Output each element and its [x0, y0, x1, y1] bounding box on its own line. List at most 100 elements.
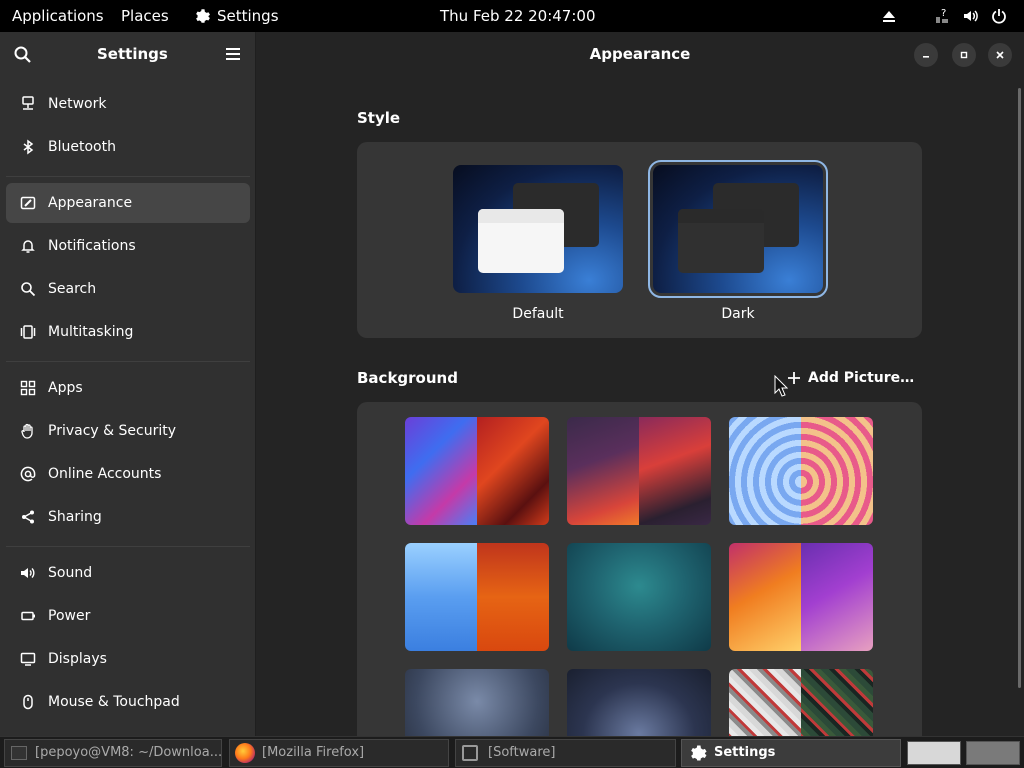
bell-icon: [18, 236, 38, 256]
network-help-icon[interactable]: ?: [932, 6, 952, 26]
sidebar-item-label: Privacy & Security: [48, 423, 176, 439]
sidebar-item-privacy-security[interactable]: Privacy & Security: [6, 411, 250, 451]
task-software[interactable]: [Software]: [455, 739, 676, 767]
divider: [6, 546, 250, 547]
mini-window-front: [678, 209, 764, 273]
task-settings[interactable]: Settings: [681, 739, 901, 767]
wallpaper-tile[interactable]: [567, 669, 711, 736]
terminal-icon: [11, 746, 27, 760]
sidebar-item-network[interactable]: Network: [6, 84, 250, 124]
scrollbar[interactable]: [1018, 88, 1021, 688]
background-card: [357, 402, 922, 736]
task-label: [Mozilla Firefox]: [262, 745, 365, 760]
appearance-icon: [18, 193, 38, 213]
divider: [6, 361, 250, 362]
sidebar-item-label: Search: [48, 281, 97, 297]
hamburger-menu-icon[interactable]: [224, 46, 242, 62]
minimize-button[interactable]: [914, 43, 938, 67]
gear-icon: [193, 6, 213, 26]
style-label-dark: Dark: [721, 306, 755, 322]
close-button[interactable]: [988, 43, 1012, 67]
content-pane: Appearance Style Default Dark Background…: [256, 32, 1024, 736]
sidebar-item-label: Appearance: [48, 195, 133, 211]
style-option-dark[interactable]: [648, 160, 828, 298]
wallpaper-tile[interactable]: [567, 543, 711, 651]
sidebar-item-bluetooth[interactable]: Bluetooth: [6, 127, 250, 167]
task-terminal[interactable]: [pepoyo@VM8: ~/Downloa...: [4, 739, 222, 767]
wallpaper-tile[interactable]: [405, 669, 549, 736]
wallpaper-tile[interactable]: [729, 543, 873, 651]
sidebar-item-label: Multitasking: [48, 324, 134, 340]
divider: [6, 176, 250, 177]
sidebar-item-online-accounts[interactable]: Online Accounts: [6, 454, 250, 494]
multitasking-icon: [18, 322, 38, 342]
add-picture-button[interactable]: Add Picture…: [786, 362, 914, 394]
search-icon[interactable]: [13, 45, 33, 65]
sidebar-item-multitasking[interactable]: Multitasking: [6, 312, 250, 352]
share-icon: [18, 507, 38, 527]
bluetooth-icon: [18, 137, 38, 157]
sidebar-item-search[interactable]: Search: [6, 269, 250, 309]
plus-icon: [786, 370, 802, 386]
clock[interactable]: Thu Feb 22 20:47:00: [440, 0, 596, 32]
sidebar: Settings Network Bluetooth Appearance No…: [0, 32, 256, 736]
apps-grid-icon: [18, 378, 38, 398]
mini-window-front: [478, 209, 564, 273]
sidebar-item-displays[interactable]: Displays: [6, 639, 250, 679]
mouse-icon: [18, 692, 38, 712]
style-option-default[interactable]: [453, 165, 623, 293]
software-icon: [462, 745, 478, 761]
applications-menu[interactable]: Applications: [12, 0, 104, 32]
sidebar-header: Settings: [0, 32, 255, 76]
sidebar-item-label: Online Accounts: [48, 466, 162, 482]
sidebar-item-notifications[interactable]: Notifications: [6, 226, 250, 266]
task-firefox[interactable]: [Mozilla Firefox]: [229, 739, 449, 767]
sidebar-item-label: Network: [48, 96, 107, 112]
workspace-1[interactable]: [907, 741, 961, 765]
mouse-pointer-icon: [774, 374, 789, 397]
sidebar-item-label: Sharing: [48, 509, 102, 525]
add-picture-label: Add Picture…: [808, 370, 915, 386]
wallpaper-tile[interactable]: [729, 417, 873, 525]
sidebar-item-sharing[interactable]: Sharing: [6, 497, 250, 537]
volume-icon[interactable]: [961, 6, 981, 26]
sidebar-item-mouse-touchpad[interactable]: Mouse & Touchpad: [6, 682, 250, 722]
sidebar-item-label: Displays: [48, 651, 107, 667]
page-title: Appearance: [589, 45, 691, 63]
wallpaper-tile[interactable]: [567, 417, 711, 525]
taskbar: [pepoyo@VM8: ~/Downloa... [Mozilla Firef…: [0, 736, 1024, 768]
sidebar-item-label: Mouse & Touchpad: [48, 694, 180, 710]
sidebar-item-label: Notifications: [48, 238, 136, 254]
gear-icon: [688, 743, 708, 763]
firefox-icon: [235, 743, 255, 763]
places-menu[interactable]: Places: [121, 0, 169, 32]
search-icon: [18, 279, 38, 299]
sidebar-item-sound[interactable]: Sound: [6, 553, 250, 593]
hand-icon: [18, 421, 38, 441]
sidebar-title: Settings: [97, 45, 168, 63]
sidebar-item-label: Bluetooth: [48, 139, 116, 155]
style-section-title: Style: [357, 109, 401, 127]
wallpaper-tile[interactable]: [405, 417, 549, 525]
display-icon: [18, 649, 38, 669]
task-label: Settings: [714, 745, 776, 760]
speaker-icon: [18, 563, 38, 583]
wallpaper-tile[interactable]: [405, 543, 549, 651]
battery-icon: [18, 606, 38, 626]
wallpaper-tile[interactable]: [729, 669, 873, 736]
power-icon[interactable]: [989, 6, 1009, 26]
sidebar-item-apps[interactable]: Apps: [6, 368, 250, 408]
sidebar-item-label: Apps: [48, 380, 83, 396]
svg-text:?: ?: [941, 8, 946, 19]
settings-app-menu[interactable]: Settings: [217, 0, 279, 32]
top-bar: Applications Places Settings Thu Feb 22 …: [0, 0, 1024, 32]
background-section-title: Background: [357, 369, 458, 387]
eject-icon[interactable]: [879, 6, 899, 26]
task-label: [Software]: [488, 745, 556, 760]
at-sign-icon: [18, 464, 38, 484]
sidebar-item-appearance[interactable]: Appearance: [6, 183, 250, 223]
workspace-2[interactable]: [966, 741, 1020, 765]
task-label: [pepoyo@VM8: ~/Downloa...: [35, 745, 222, 760]
sidebar-item-power[interactable]: Power: [6, 596, 250, 636]
maximize-button[interactable]: [952, 43, 976, 67]
